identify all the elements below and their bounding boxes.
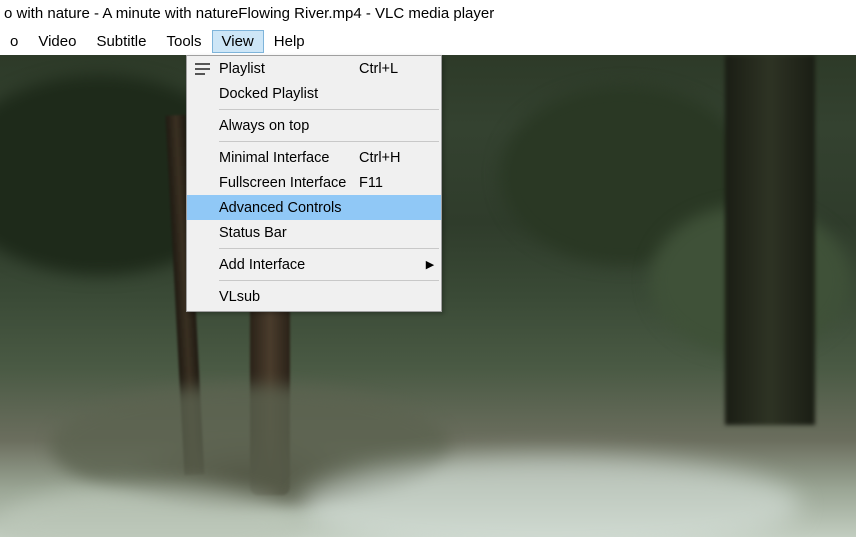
- menu-separator: [219, 280, 439, 281]
- menubar-item-view[interactable]: View: [212, 30, 264, 53]
- view-menu-dropdown: PlaylistCtrl+LDocked PlaylistAlways on t…: [186, 55, 442, 312]
- menu-item-shortcut: Ctrl+L: [359, 61, 419, 77]
- menu-item-label: Status Bar: [217, 225, 359, 241]
- menu-item-label: Always on top: [217, 118, 359, 134]
- menu-item-label: VLsub: [217, 289, 359, 305]
- menubar-item-tools[interactable]: Tools: [156, 30, 211, 53]
- window-title: o with nature - A minute with natureFlow…: [0, 0, 856, 28]
- menubar: oVideoSubtitleToolsViewHelp: [0, 28, 856, 55]
- menu-item-status-bar[interactable]: Status Bar: [187, 220, 441, 245]
- menu-separator: [219, 141, 439, 142]
- playlist-icon: [187, 63, 217, 75]
- menu-item-fullscreen-interface[interactable]: Fullscreen InterfaceF11: [187, 170, 441, 195]
- menu-item-label: Fullscreen Interface: [217, 175, 359, 191]
- menu-item-always-on-top[interactable]: Always on top: [187, 113, 441, 138]
- menu-item-label: Playlist: [217, 61, 359, 77]
- tree-trunk: [725, 55, 815, 425]
- menubar-item-help[interactable]: Help: [264, 30, 315, 53]
- menubar-item-subtitle[interactable]: Subtitle: [86, 30, 156, 53]
- menu-item-add-interface[interactable]: Add Interface ▶: [187, 252, 441, 277]
- menubar-item-video[interactable]: Video: [28, 30, 86, 53]
- menu-item-label: Minimal Interface: [217, 150, 359, 166]
- menu-item-playlist[interactable]: PlaylistCtrl+L: [187, 56, 441, 81]
- menu-item-advanced-controls[interactable]: Advanced Controls: [187, 195, 441, 220]
- menu-item-vlsub[interactable]: VLsub: [187, 284, 441, 309]
- menu-item-docked-playlist[interactable]: Docked Playlist: [187, 81, 441, 106]
- menu-item-label: Advanced Controls: [217, 200, 359, 216]
- menubar-item-o[interactable]: o: [0, 30, 28, 53]
- menu-separator: [219, 248, 439, 249]
- menu-item-label: Docked Playlist: [217, 86, 359, 102]
- menu-item-shortcut: F11: [359, 175, 419, 191]
- submenu-arrow-icon: ▶: [419, 258, 441, 271]
- menu-separator: [219, 109, 439, 110]
- menu-item-shortcut: Ctrl+H: [359, 150, 419, 166]
- menu-item-minimal-interface[interactable]: Minimal InterfaceCtrl+H: [187, 145, 441, 170]
- menu-item-label: Add Interface: [217, 257, 359, 273]
